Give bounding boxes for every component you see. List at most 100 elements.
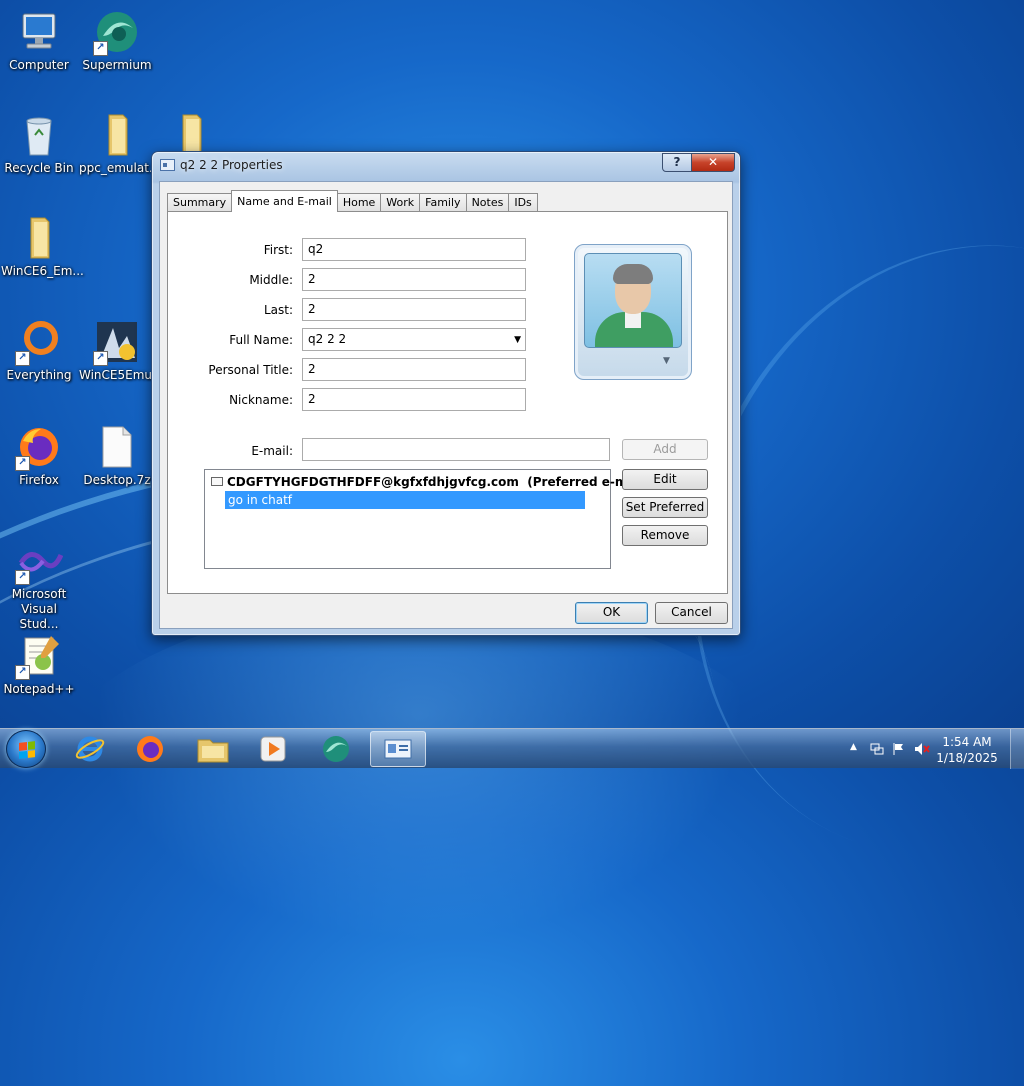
edit-button[interactable]: Edit — [622, 469, 708, 490]
taskbar-media-player[interactable] — [245, 731, 301, 767]
desktop-icon-folder-hidden[interactable] — [153, 111, 229, 155]
chevron-down-icon[interactable]: ▼ — [663, 356, 670, 366]
full-name-label: Full Name: — [229, 333, 293, 347]
full-name-value: q2 2 2 — [308, 332, 347, 346]
desktop-icon-label: Microsoft Visual Stud... — [11, 587, 67, 631]
desktop-icon-recycle-bin[interactable]: Recycle Bin — [1, 111, 77, 176]
recycle-bin-icon — [15, 111, 63, 159]
internet-explorer-icon — [75, 736, 105, 762]
wallpaper-glow — [40, 600, 800, 980]
tab-ids[interactable]: IDs — [508, 193, 538, 212]
help-button[interactable]: ? — [662, 153, 692, 172]
desktop-icon-label: WinCE6_Em... — [1, 264, 84, 278]
tab-home[interactable]: Home — [336, 193, 382, 212]
supermium-icon — [323, 736, 349, 762]
shortcut-arrow-icon: ↗ — [15, 456, 30, 471]
email-edit-field[interactable]: go in chatf — [225, 491, 585, 509]
personal-title-field[interactable]: 2 — [302, 358, 526, 381]
taskbar-internet-explorer[interactable] — [62, 731, 118, 767]
wince5emu-icon: ↗ — [93, 318, 141, 366]
show-desktop-button[interactable] — [1010, 729, 1024, 769]
folder-icon — [167, 111, 215, 155]
shortcut-arrow-icon: ↗ — [15, 351, 30, 366]
add-email-button[interactable]: Add — [622, 439, 708, 460]
notepadpp-icon: ↗ — [15, 632, 63, 680]
nickname-label: Nickname: — [229, 393, 293, 407]
cancel-button[interactable]: Cancel — [655, 602, 728, 624]
close-button[interactable]: ✕ — [691, 153, 735, 172]
email-label: E-mail: — [251, 444, 293, 458]
desktop-icon-label: Desktop.7z — [83, 473, 151, 487]
show-hidden-icons-icon[interactable]: ▲ — [850, 742, 857, 752]
email-list[interactable]: CDGFTYHGFDGTHFDFF@kgfxfdhjgvfcg.com (Pre… — [204, 469, 649, 569]
tab-panel-name-and-email: First: q2 Middle: 2 Last: 2 Full Name: q… — [167, 211, 728, 594]
action-center-flag-icon[interactable] — [892, 742, 906, 759]
first-name-field[interactable]: q2 — [302, 238, 526, 261]
middle-name-field[interactable]: 2 — [302, 268, 526, 291]
email-list-item[interactable]: CDGFTYHGFDGTHFDFF@kgfxfdhjgvfcg.com (Pre… — [211, 475, 649, 489]
desktop-icon-computer[interactable]: Computer — [1, 8, 77, 73]
properties-dialog: q2 2 2 Properties ? ✕ Summary Name and E… — [151, 151, 741, 636]
desktop-icon-desktop-7z[interactable]: Desktop.7z — [79, 423, 155, 488]
desktop-icon-label: WinCE5Emu... — [79, 368, 164, 382]
firefox-icon: ↗ — [15, 423, 63, 471]
taskbar-supermium[interactable] — [308, 731, 364, 767]
remove-button[interactable]: Remove — [622, 525, 708, 546]
clock[interactable]: 1:54 AM 1/18/2025 — [932, 734, 1002, 766]
desktop-icon-firefox[interactable]: ↗ Firefox — [1, 423, 77, 488]
tab-work[interactable]: Work — [380, 193, 421, 212]
media-player-icon — [260, 736, 286, 762]
supermium-icon: ↗ — [93, 8, 141, 56]
desktop-icon-ppc-emulator[interactable]: ppc_emulat... — [79, 111, 161, 176]
shortcut-arrow-icon: ↗ — [15, 665, 30, 680]
everything-icon: ↗ — [15, 318, 63, 366]
desktop-icon-label: ppc_emulat... — [79, 161, 161, 175]
dialog-client: Summary Name and E-mail Home Work Family… — [159, 181, 733, 629]
chevron-down-icon[interactable]: ▼ — [514, 330, 521, 351]
shortcut-arrow-icon: ↗ — [93, 41, 108, 56]
firefox-icon — [137, 736, 163, 762]
desktop-icon-label: Supermium — [82, 58, 152, 72]
folder-icon — [15, 214, 63, 262]
taskbar-contact-properties[interactable] — [370, 731, 426, 767]
taskbar: ▲ 1:54 AM 1/18/2025 — [0, 728, 1024, 769]
personal-title-label: Personal Title: — [208, 363, 293, 377]
desktop-icon-wince5emu[interactable]: ↗ WinCE5Emu... — [79, 318, 164, 383]
visual-studio-icon: ↗ — [15, 537, 64, 585]
volume-muted-icon[interactable] — [914, 742, 930, 759]
desktop-icon-notepadpp[interactable]: ↗ Notepad++ — [1, 632, 77, 697]
ok-button[interactable]: OK — [575, 602, 648, 624]
system-tray: ▲ 1:54 AM 1/18/2025 — [834, 729, 1024, 769]
desktop-icon-everything[interactable]: ↗ Everything — [1, 318, 77, 383]
tab-name-and-email[interactable]: Name and E-mail — [231, 190, 338, 212]
dialog-title: q2 2 2 Properties — [180, 158, 283, 172]
explorer-folder-icon — [197, 739, 229, 763]
set-preferred-button[interactable]: Set Preferred — [622, 497, 708, 518]
first-name-label: First: — [263, 243, 293, 257]
desktop-icon-visual-studio[interactable]: ↗ Microsoft Visual Stud... — [1, 537, 77, 632]
network-icon[interactable] — [870, 742, 884, 759]
desktop-icon-label: Everything — [6, 368, 72, 382]
tab-strip: Summary Name and E-mail Home Work Family… — [167, 190, 538, 212]
desktop-icon-wince6[interactable]: WinCE6_Em... — [1, 214, 84, 279]
nickname-field[interactable]: 2 — [302, 388, 526, 411]
shortcut-arrow-icon: ↗ — [15, 570, 30, 585]
contact-picture[interactable]: ▼ — [574, 244, 692, 380]
last-name-field[interactable]: 2 — [302, 298, 526, 321]
full-name-combo[interactable]: q2 2 2 ▼ — [302, 328, 526, 351]
start-button[interactable] — [6, 730, 46, 768]
tab-family[interactable]: Family — [419, 193, 467, 212]
taskbar-explorer[interactable] — [185, 731, 241, 767]
envelope-icon — [211, 477, 223, 486]
taskbar-firefox[interactable] — [122, 731, 178, 767]
dialog-titlebar[interactable]: q2 2 2 Properties ? ✕ — [152, 152, 740, 179]
contacts-icon — [384, 739, 412, 759]
clock-time: 1:54 AM — [942, 735, 992, 749]
contact-card-icon — [160, 159, 175, 171]
tab-notes[interactable]: Notes — [465, 193, 510, 212]
computer-icon — [15, 8, 63, 56]
tab-summary[interactable]: Summary — [167, 193, 233, 212]
desktop-icon-supermium[interactable]: ↗ Supermium — [79, 8, 155, 73]
file-icon — [93, 423, 141, 471]
email-input[interactable] — [302, 438, 610, 461]
